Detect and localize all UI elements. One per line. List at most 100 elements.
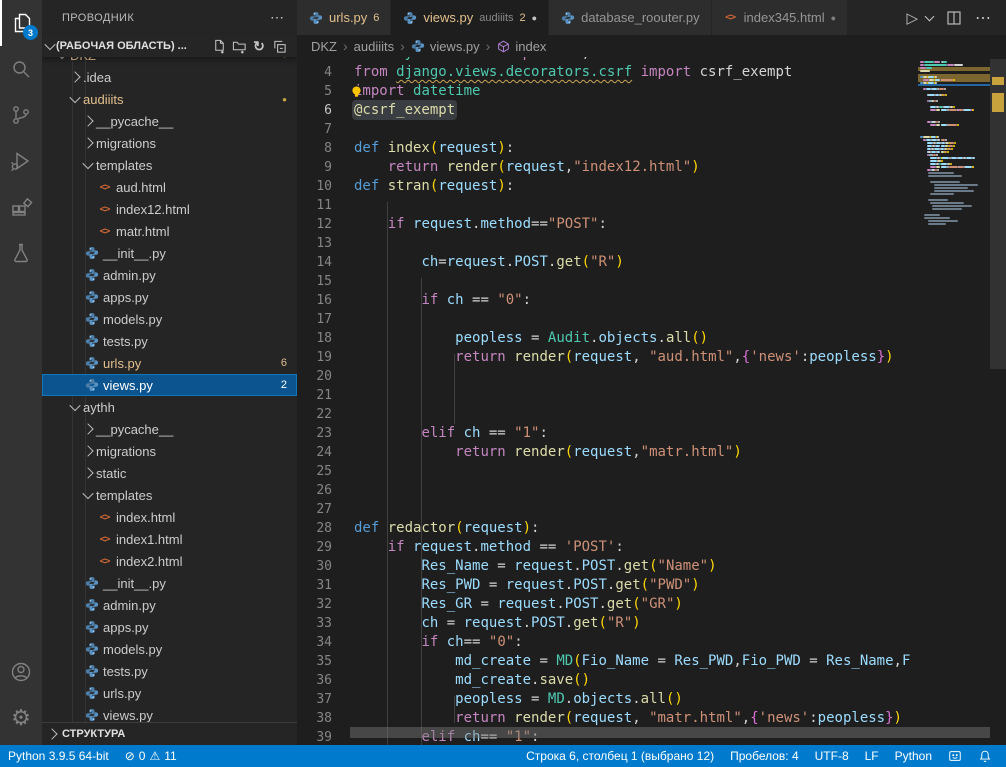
tab-urls.py[interactable]: urls.py6 — [297, 0, 391, 35]
tab-database_roouter.py[interactable]: database_roouter.py — [549, 0, 712, 35]
tree-item-migrations[interactable]: migrations — [42, 132, 297, 154]
chevron-down-icon[interactable] — [69, 400, 80, 411]
explorer-more-actions-icon[interactable]: ⋯ — [270, 9, 285, 26]
status-cursor-position[interactable]: Строка 6, столбец 1 (выбрано 12) — [518, 745, 722, 767]
code-line-text: md_create.save() — [332, 671, 590, 690]
editor-group: urls.py6views.pyaudiiits2● database_roout… — [297, 0, 1006, 745]
status-problems[interactable]: ⊘0⚠11 — [117, 745, 185, 767]
activity-bar-extensions[interactable] — [0, 184, 42, 230]
activity-bar-source-control[interactable] — [0, 92, 42, 138]
tree-item-apps.py[interactable]: apps.py — [42, 616, 297, 638]
split-editor-button[interactable] — [947, 11, 961, 25]
tree-item-urls.py[interactable]: urls.py — [42, 682, 297, 704]
tree-item-admin.py[interactable]: admin.py — [42, 264, 297, 286]
horizontal-scrollbar[interactable] — [350, 727, 990, 738]
tab-views.py[interactable]: views.pyaudiiits2● — [391, 0, 549, 35]
activity-bar-testing[interactable] — [0, 230, 42, 276]
breadcrumb-item-DKZ[interactable]: DKZ — [311, 39, 337, 54]
tree-item-__init__.py[interactable]: __init__.py — [42, 242, 297, 264]
tree-item-models.py[interactable]: models.py — [42, 308, 297, 330]
tree-item-admin.py[interactable]: admin.py — [42, 594, 297, 616]
modified-dot-icon: ● — [282, 95, 287, 104]
code-line: 15 — [297, 272, 918, 291]
lightbulb-icon[interactable] — [350, 85, 363, 98]
activity-bar-account[interactable] — [0, 649, 42, 695]
tree-item-views.py[interactable]: views.py — [42, 704, 297, 722]
tree-item-matr.html[interactable]: <>matr.html — [42, 220, 297, 242]
outline-section-header[interactable]: СТРУКТУРА — [42, 722, 297, 745]
tree-item-urls.py[interactable]: urls.py6 — [42, 352, 297, 374]
tree-item-migrations[interactable]: migrations — [42, 440, 297, 462]
status-language-mode[interactable]: Python — [887, 745, 940, 767]
new-folder-icon[interactable] — [229, 36, 249, 56]
tree-item-aud.html[interactable]: <>aud.html — [42, 176, 297, 198]
code-line: 34 if ch== "0": — [297, 633, 918, 652]
editor-more-actions[interactable]: ⋯ — [975, 8, 992, 28]
dirty-dot-icon[interactable]: ● — [532, 13, 537, 23]
tree-item-static[interactable]: static — [42, 462, 297, 484]
chevron-down-icon[interactable] — [56, 57, 67, 59]
tree-item-aythh[interactable]: aythh — [42, 396, 297, 418]
tree-item-index1.html[interactable]: <>index1.html — [42, 528, 297, 550]
tree-item-.idea[interactable]: .idea — [42, 66, 297, 88]
new-file-icon[interactable] — [209, 36, 229, 56]
tree-item-index2.html[interactable]: <>index2.html — [42, 550, 297, 572]
breadcrumb-item-index[interactable]: index — [496, 39, 546, 54]
workspace-section-header[interactable]: (РАБОЧАЯ ОБЛАСТЬ) ... ↻ — [42, 35, 297, 57]
chevron-right-icon[interactable] — [69, 71, 80, 82]
status-feedback[interactable] — [940, 745, 970, 767]
chevron-right-icon[interactable] — [82, 137, 93, 148]
tree-item-apps.py[interactable]: apps.py — [42, 286, 297, 308]
status-eol[interactable]: LF — [857, 745, 887, 767]
chevron-right-icon[interactable] — [82, 423, 93, 434]
breadcrumb-item-views.py[interactable]: views.py — [411, 39, 480, 54]
code-line: 27 — [297, 500, 918, 519]
tree-item-__pycache__[interactable]: __pycache__ — [42, 418, 297, 440]
tree-item-index.html[interactable]: <>index.html — [42, 506, 297, 528]
run-button[interactable]: ▷ — [906, 9, 918, 27]
activity-bar-explorer[interactable]: 3 — [0, 0, 42, 46]
status-text: Пробелов: 4 — [730, 749, 799, 763]
tree-item-tests.py[interactable]: tests.py — [42, 660, 297, 682]
tree-item-models.py[interactable]: models.py — [42, 638, 297, 660]
chevron-right-icon[interactable] — [82, 115, 93, 126]
line-number: 35 — [297, 652, 332, 671]
overview-ruler[interactable] — [990, 57, 1006, 745]
run-dropdown[interactable] — [932, 16, 933, 20]
status-notifications[interactable] — [970, 745, 1000, 767]
refresh-icon[interactable]: ↻ — [249, 36, 269, 56]
chevron-down-icon[interactable] — [69, 92, 80, 103]
minimap[interactable] — [918, 57, 990, 745]
tree-item-audiiits[interactable]: audiiits● — [42, 88, 297, 110]
chevron-right-icon — [46, 728, 57, 739]
code-line-text: if ch== "0": — [332, 633, 523, 652]
activity-bar-settings[interactable]: ⚙ — [0, 695, 42, 741]
code-line-text: ch = request.POST.get("R") — [332, 614, 641, 633]
status-python-interpreter[interactable]: Python 3.9.5 64-bit — [0, 745, 117, 767]
tree-item-tests.py[interactable]: tests.py — [42, 330, 297, 352]
tree-item-index12.html[interactable]: <>index12.html — [42, 198, 297, 220]
breadcrumb-item-audiiits[interactable]: audiiits — [354, 39, 394, 54]
code-line: 33 ch = request.POST.get("R") — [297, 614, 918, 633]
activity-bar-run-debug[interactable] — [0, 138, 42, 184]
status-bar: Python 3.9.5 64-bit⊘0⚠11 Строка 6, столб… — [0, 745, 1006, 767]
chevron-right-icon[interactable] — [82, 445, 93, 456]
status-indentation[interactable]: Пробелов: 4 — [722, 745, 807, 767]
activity-bar-search[interactable] — [0, 46, 42, 92]
tree-item-templates[interactable]: templates — [42, 154, 297, 176]
tree-item-__init__.py[interactable]: __init__.py — [42, 572, 297, 594]
tree-item-views.py[interactable]: views.py2 — [42, 374, 297, 396]
tree-item-__pycache__[interactable]: __pycache__ — [42, 110, 297, 132]
status-encoding[interactable]: UTF-8 — [807, 745, 857, 767]
chevron-down-icon[interactable] — [82, 158, 93, 169]
chevron-right-icon[interactable] — [82, 467, 93, 478]
chevron-down-icon[interactable] — [82, 488, 93, 499]
collapse-all-icon[interactable] — [269, 36, 289, 56]
code-editor[interactable]: 3from aythh.models import MD,Audit4from … — [297, 57, 1006, 745]
tab-index345.html[interactable]: <>index345.html● — [712, 0, 848, 35]
tree-item-DKZ[interactable]: DKZ● — [42, 57, 297, 66]
workspace-label: (РАБОЧАЯ ОБЛАСТЬ) ... — [56, 40, 187, 52]
code-line-text — [332, 405, 354, 424]
tree-item-templates[interactable]: templates — [42, 484, 297, 506]
tab-label: database_roouter.py — [581, 10, 700, 25]
